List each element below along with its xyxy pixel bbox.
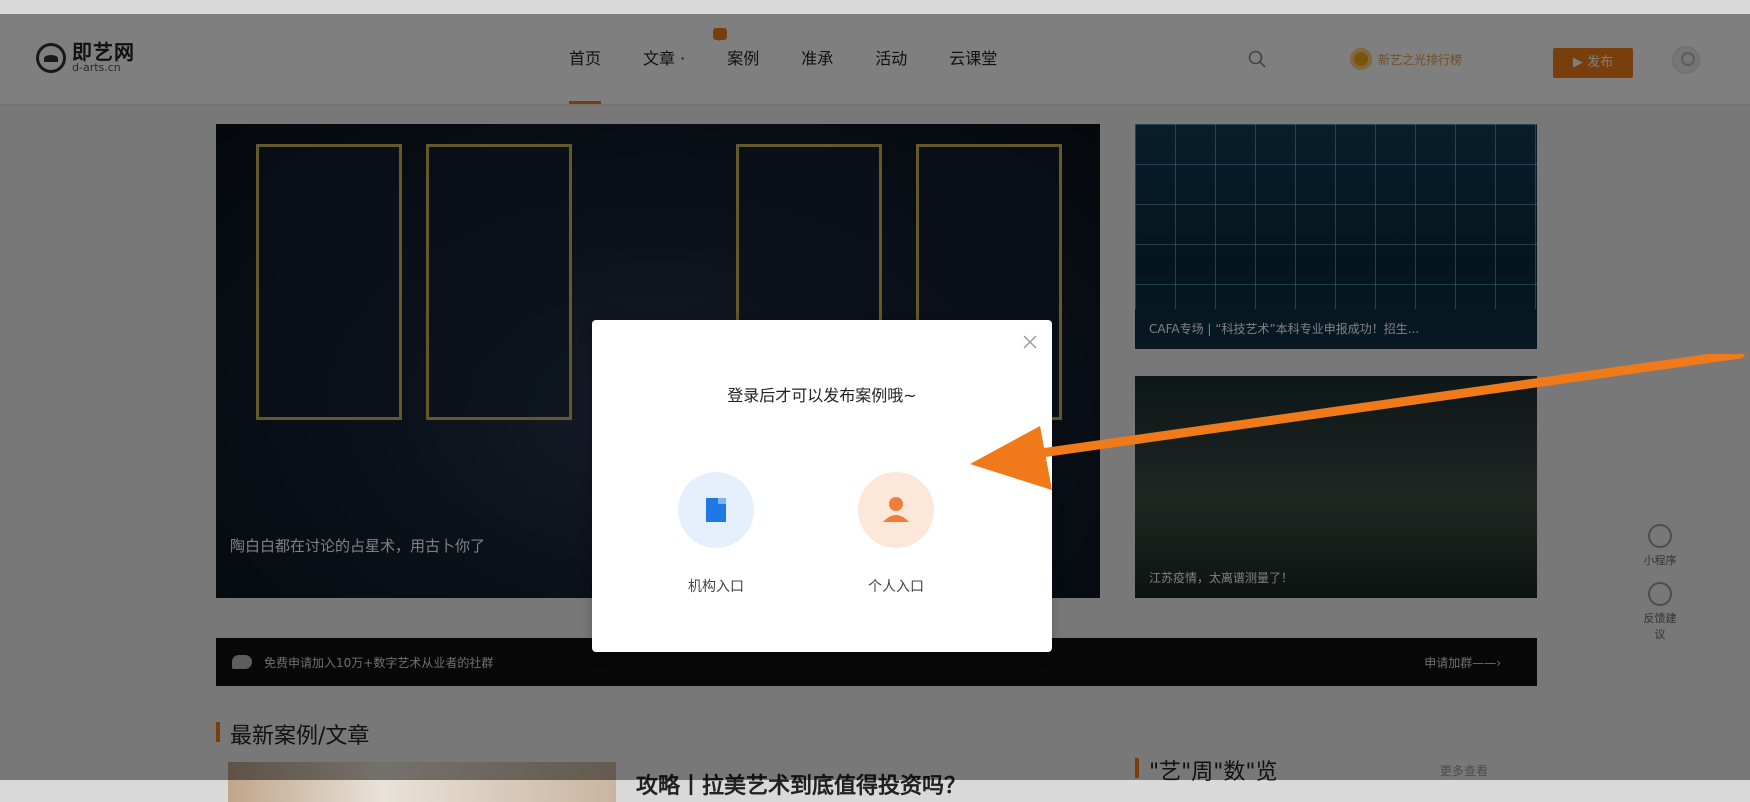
personal-entry-circle: [858, 472, 934, 548]
personal-entry-button[interactable]: 个人入口: [836, 472, 956, 596]
annotation-arrow-icon: [970, 354, 1745, 490]
person-icon: [883, 497, 909, 522]
browser-viewport: 即艺网 d-arts.cn 首页 文章 · 案例 准承 活动 云课堂 新艺之光排…: [0, 14, 1750, 802]
organization-entry-label: 机构入口: [688, 579, 744, 595]
building-icon: [706, 498, 726, 522]
personal-entry-label: 个人入口: [868, 579, 924, 595]
close-icon[interactable]: [1022, 334, 1038, 350]
organization-entry-circle: [678, 472, 754, 548]
organization-entry-button[interactable]: 机构入口: [656, 472, 776, 596]
